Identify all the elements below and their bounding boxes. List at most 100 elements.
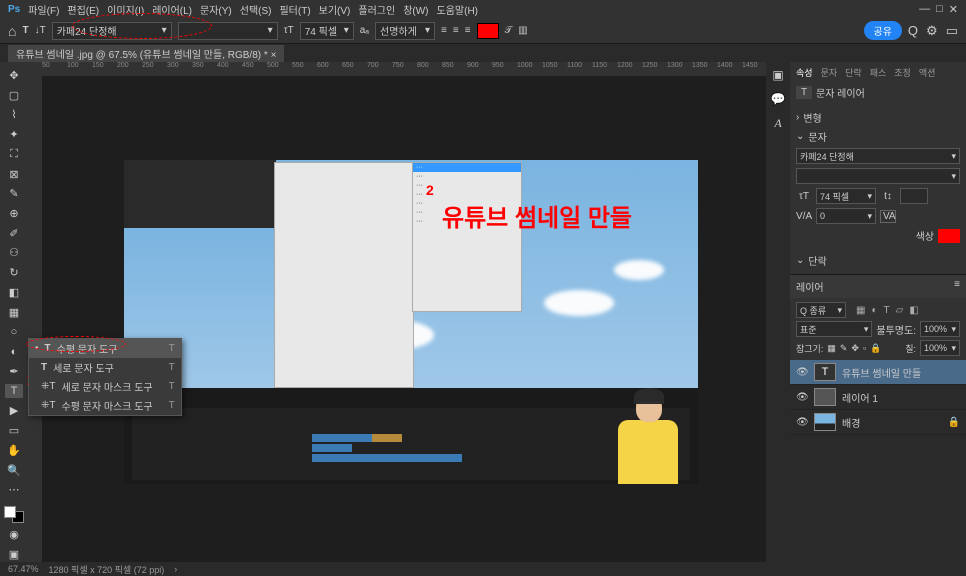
opacity-field[interactable]: 100%▾ xyxy=(920,321,960,337)
crop-tool[interactable]: ⛶ xyxy=(5,147,23,162)
blend-mode-select[interactable]: 표준▾ xyxy=(796,321,872,337)
stamp-tool[interactable]: ⚇ xyxy=(5,246,23,261)
menu-view[interactable]: 보기(V) xyxy=(319,2,351,17)
text-color-chip[interactable] xyxy=(938,229,960,243)
layer-name[interactable]: 유튜브 썸네일 만들 xyxy=(842,365,921,380)
quickmask-tool[interactable]: ◉ xyxy=(5,528,23,543)
lasso-tool[interactable]: ⌇ xyxy=(5,107,23,122)
tab-adjust[interactable]: 조정 xyxy=(894,66,911,79)
menu-plugin[interactable]: 플러그인 xyxy=(358,2,395,17)
chevron-down-icon[interactable]: ⌄ xyxy=(796,255,804,266)
marquee-tool[interactable]: ▢ xyxy=(5,88,23,103)
hand-tool[interactable]: ✋ xyxy=(5,443,23,458)
filter-type-icon[interactable]: T xyxy=(884,305,890,316)
panel-menu-icon[interactable]: ≡ xyxy=(954,279,960,290)
move-tool[interactable]: ✥ xyxy=(5,68,23,83)
tab-paths[interactable]: 패스 xyxy=(870,66,887,79)
layer-row[interactable]: 👁 레이어 1 xyxy=(790,385,966,410)
doc-info[interactable]: 1280 픽셀 x 720 픽셀 (72 ppi) xyxy=(49,563,165,576)
character-panel-icon[interactable]: ▥ xyxy=(518,25,527,36)
minimize-icon[interactable]: — xyxy=(919,3,930,16)
layer-row[interactable]: 👁 T 유튜브 썸네일 만들 xyxy=(790,360,966,385)
menu-image[interactable]: 이미지(I) xyxy=(107,2,144,17)
lock-trans-icon[interactable]: ▦ xyxy=(827,343,836,354)
align-right-icon[interactable]: ≡ xyxy=(465,25,471,36)
chevron-right-icon[interactable]: › xyxy=(796,112,799,123)
font-family-select[interactable]: 카페24 단정해▾ xyxy=(52,22,172,40)
font-style-select[interactable]: ▾ xyxy=(178,22,278,40)
blur-tool[interactable]: ○ xyxy=(5,325,23,340)
warp-text-icon[interactable]: 𝒯 xyxy=(505,25,513,36)
zoom-tool[interactable]: 🔍 xyxy=(5,463,23,478)
tab-actions[interactable]: 액션 xyxy=(919,66,936,79)
screenmode-tool[interactable]: ▣ xyxy=(5,547,23,562)
shape-tool[interactable]: ▭ xyxy=(5,423,23,438)
text-color-swatch[interactable] xyxy=(477,23,499,39)
menu-window[interactable]: 창(W) xyxy=(403,2,428,17)
filter-adj-icon[interactable]: ◐ xyxy=(871,305,877,316)
wand-tool[interactable]: ✦ xyxy=(5,127,23,142)
horizontal-type-tool[interactable]: •T 수평 문자 도구 T xyxy=(29,339,181,358)
align-left-icon[interactable]: ≡ xyxy=(441,25,447,36)
layer-filter-select[interactable]: Q 종류▾ xyxy=(796,302,846,318)
tab-char[interactable]: 문자 xyxy=(821,66,838,79)
font-size-field[interactable]: 74 픽셀▾ xyxy=(816,188,876,204)
horizontal-type-mask-tool[interactable]: ⁜T 수평 문자 마스크 도구 T xyxy=(29,396,181,415)
layers-tab[interactable]: 레이어 xyxy=(796,283,824,294)
canvas-text-layer[interactable]: 유튜브 썸네일 만들 xyxy=(442,198,632,233)
vertical-type-tool[interactable]: T 세로 문자 도구 T xyxy=(29,358,181,377)
menu-select[interactable]: 선택(S) xyxy=(240,2,272,17)
filter-shape-icon[interactable]: ▱ xyxy=(896,305,904,316)
document-canvas[interactable]: ··· ······ ······ ······ 2 유튜브 썸네일 만들 xyxy=(124,160,698,484)
menu-file[interactable]: 파일(F) xyxy=(28,2,59,17)
zoom-level[interactable]: 67.47% xyxy=(8,564,39,574)
transform-section[interactable]: 변형 xyxy=(803,110,821,125)
fg-bg-colors[interactable] xyxy=(4,506,24,522)
edit-toolbar[interactable]: ⋯ xyxy=(5,482,23,497)
lock-pos-icon[interactable]: ✥ xyxy=(851,343,859,354)
lock-nest-icon[interactable]: ▫ xyxy=(863,343,866,353)
eraser-tool[interactable]: ◧ xyxy=(5,285,23,300)
layer-name[interactable]: 레이어 1 xyxy=(842,390,878,405)
chat-panel-icon[interactable]: 💬 xyxy=(771,92,786,106)
character-section[interactable]: 문자 xyxy=(808,129,826,144)
frame-tool[interactable]: ⊠ xyxy=(5,167,23,182)
maximize-icon[interactable]: □ xyxy=(936,3,943,16)
filter-smart-icon[interactable]: ◧ xyxy=(909,305,918,316)
tab-para[interactable]: 단락 xyxy=(845,66,862,79)
visibility-icon[interactable]: 👁 xyxy=(796,417,808,428)
leading-field[interactable] xyxy=(900,188,928,204)
chevron-down-icon[interactable]: ⌄ xyxy=(796,131,804,142)
color-panel-icon[interactable]: ▣ xyxy=(772,68,783,82)
menu-layer[interactable]: 레이어(L) xyxy=(152,2,192,17)
path-select-tool[interactable]: ▶ xyxy=(5,403,23,418)
document-tab[interactable]: 유튜브 썸네일 .jpg @ 67.5% (유튜브 썸네일 만들, RGB/8)… xyxy=(8,45,284,62)
brush-tool[interactable]: ✐ xyxy=(5,226,23,241)
font-style-field[interactable]: ▾ xyxy=(796,168,960,184)
fill-field[interactable]: 100%▾ xyxy=(920,340,960,356)
visibility-icon[interactable]: 👁 xyxy=(796,392,808,403)
close-icon[interactable]: ✕ xyxy=(949,3,958,16)
character-panel-icon[interactable]: A xyxy=(774,116,781,131)
visibility-icon[interactable]: 👁 xyxy=(796,367,808,378)
heal-tool[interactable]: ⊕ xyxy=(5,206,23,221)
workspace-icon[interactable]: ▭ xyxy=(946,23,958,39)
font-size-input[interactable]: 74 픽셀▾ xyxy=(300,22,354,40)
share-button[interactable]: 공유 xyxy=(864,21,902,40)
menu-help[interactable]: 도움말(H) xyxy=(437,2,478,17)
menu-filter[interactable]: 필터(T) xyxy=(279,2,310,17)
search-icon[interactable]: Q xyxy=(908,23,918,39)
menu-edit[interactable]: 편집(E) xyxy=(67,2,99,17)
pen-tool[interactable]: ✒ xyxy=(5,364,23,379)
font-family-field[interactable]: 카페24 단정해▾ xyxy=(796,148,960,164)
lock-paint-icon[interactable]: ✎ xyxy=(840,343,848,354)
gradient-tool[interactable]: ▦ xyxy=(5,305,23,320)
tab-close-icon[interactable]: × xyxy=(271,50,277,61)
tracking-field[interactable]: 0▾ xyxy=(816,208,876,224)
vertical-type-mask-tool[interactable]: ⁜T 세로 문자 마스크 도구 T xyxy=(29,377,181,396)
eyedropper-tool[interactable]: ✎ xyxy=(5,186,23,201)
settings-icon[interactable]: ⚙ xyxy=(926,23,938,39)
layer-row[interactable]: 👁 배경 🔒 xyxy=(790,410,966,435)
layer-name[interactable]: 배경 xyxy=(842,415,860,430)
filter-pixel-icon[interactable]: ▦ xyxy=(856,305,865,316)
